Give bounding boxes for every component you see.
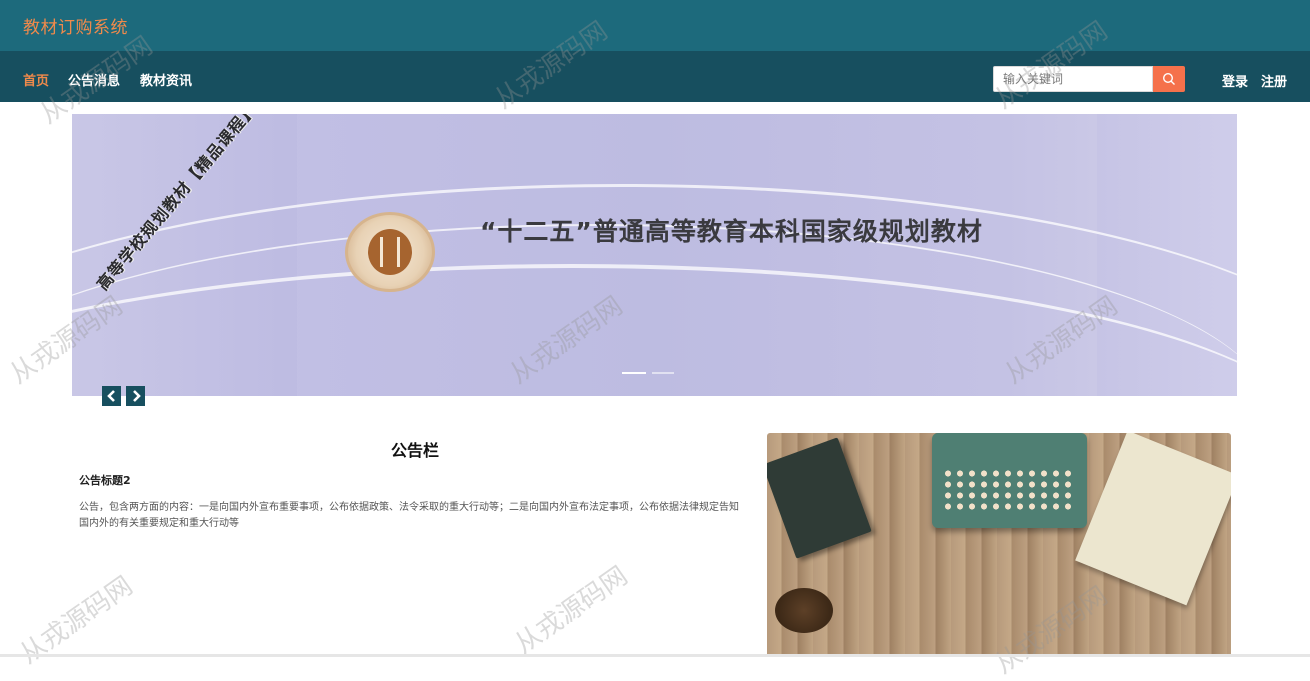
top-header: 教材订购系统	[0, 0, 1310, 51]
carousel-dot-1[interactable]	[622, 372, 646, 374]
carousel-dot-2[interactable]	[652, 372, 674, 374]
search-input[interactable]	[993, 66, 1153, 92]
search-icon	[1162, 72, 1175, 85]
chevron-right-icon	[132, 390, 141, 402]
photo-notebook	[1075, 433, 1231, 606]
watermark: 从戎源码网	[509, 560, 634, 661]
register-link[interactable]: 注册	[1261, 71, 1287, 90]
chevron-left-icon	[106, 390, 115, 402]
photo-typewriter	[932, 433, 1087, 528]
notice-board-title: 公告栏	[390, 441, 439, 460]
notice-item-title[interactable]: 公告标题2	[79, 472, 131, 488]
photo-pinecone	[775, 588, 833, 633]
photo-book	[767, 437, 872, 559]
seal-mark	[380, 237, 400, 267]
nav-item-home[interactable]: 首页	[23, 70, 49, 89]
carousel-prev-button[interactable]	[102, 386, 121, 406]
search-button[interactable]	[1153, 66, 1185, 92]
decorative-desk-photo	[767, 433, 1231, 657]
notice-item-body: 公告，包含两方面的内容：一是向国内外宣布重要事项，公布依据政策、法令采取的重大行…	[79, 502, 739, 529]
textbook-seal-logo	[345, 212, 435, 292]
photo-typewriter-keys	[942, 468, 1077, 513]
nav-item-announcements[interactable]: 公告消息	[68, 70, 120, 89]
banner-headline: “十二五”普通高等教育本科国家级规划教材	[480, 217, 983, 246]
banner-carousel[interactable]: “十二五”普通高等教育本科国家级规划教材 高等学校规划教材【精品课程】	[72, 114, 1237, 396]
site-title[interactable]: 教材订购系统	[23, 13, 128, 38]
carousel-next-button[interactable]	[126, 386, 145, 406]
login-link[interactable]: 登录	[1222, 71, 1248, 90]
nav-item-textbook-news[interactable]: 教材资讯	[140, 70, 192, 89]
